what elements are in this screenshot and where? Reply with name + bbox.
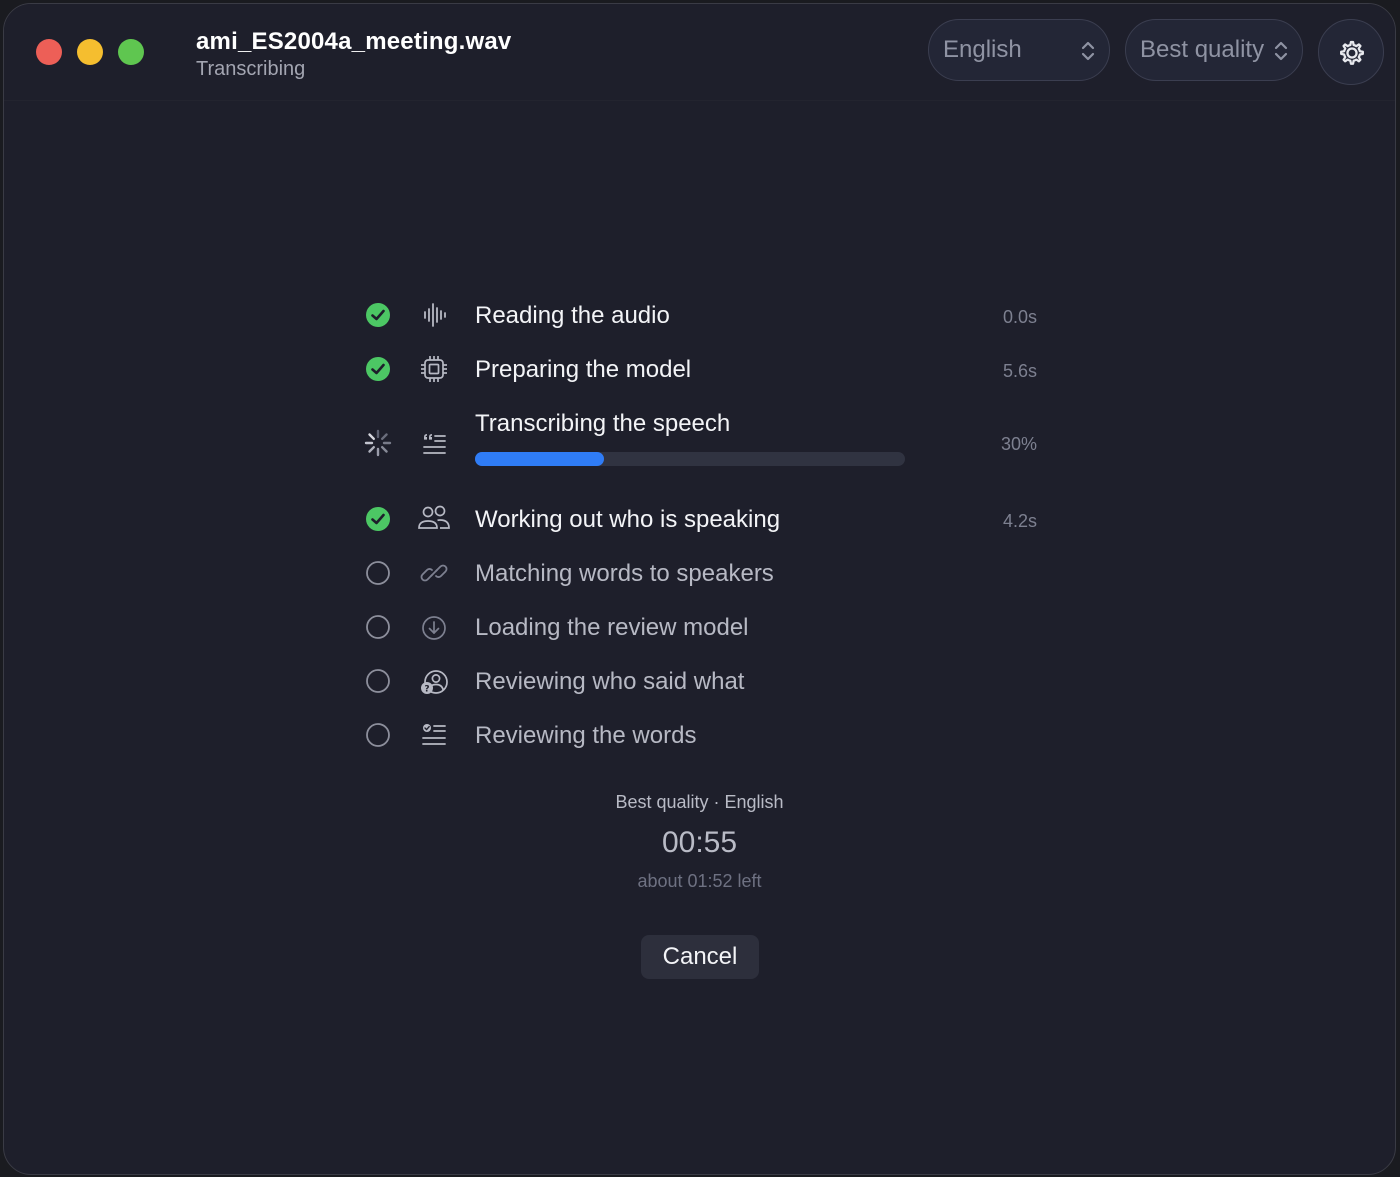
close-window-button[interactable]	[36, 39, 62, 65]
titlebar: ami_ES2004a_meeting.wav Transcribing Eng…	[4, 4, 1395, 101]
step-duration: 5.6s	[1002, 361, 1037, 381]
time-remaining: about 01:52 left	[637, 871, 762, 891]
transcription-progress-bar	[475, 452, 905, 466]
empty-circle-icon	[366, 723, 390, 747]
cancel-button[interactable]: Cancel	[641, 935, 759, 979]
zoom-window-button[interactable]	[118, 39, 144, 65]
svg-text:?: ?	[424, 685, 429, 695]
download-circle-icon	[422, 616, 446, 640]
status-subtitle: Transcribing	[196, 58, 306, 80]
elapsed-time: 00:55	[661, 826, 738, 859]
language-select-value: English	[943, 36, 1022, 63]
step-label: Matching words to speakers	[475, 560, 774, 587]
app-window: ami_ES2004a_meeting.wav Transcribing Eng…	[3, 3, 1396, 1175]
step-label: Reviewing who said what	[475, 668, 745, 695]
gear-icon	[1340, 40, 1364, 65]
empty-circle-icon	[366, 615, 390, 639]
chip-icon	[421, 356, 447, 382]
step-duration: 0.0s	[1002, 307, 1037, 327]
check-circle-icon	[366, 357, 390, 381]
minimize-window-button[interactable]	[77, 39, 103, 65]
quality-select[interactable]: Best quality	[1125, 19, 1303, 81]
step-duration: 4.2s	[1002, 511, 1037, 531]
step-label: Working out who is speaking	[475, 506, 781, 533]
updown-chevron-icon	[1081, 41, 1095, 61]
step-label: Preparing the model	[475, 356, 692, 383]
waveform-icon	[424, 303, 446, 327]
step-label: Loading the review model	[475, 614, 749, 641]
people-icon	[418, 505, 450, 529]
link-icon	[420, 564, 448, 582]
title-block: ami_ES2004a_meeting.wav Transcribing	[196, 28, 511, 82]
progress-fill	[475, 452, 604, 466]
file-title: ami_ES2004a_meeting.wav	[196, 28, 512, 55]
quote-text-icon	[423, 434, 446, 454]
spinner-icon	[364, 429, 392, 457]
updown-chevron-icon	[1274, 41, 1288, 61]
settings-summary: Best quality · English	[615, 792, 784, 812]
empty-circle-icon	[366, 561, 390, 585]
step-progress-percent: 30%	[1000, 434, 1037, 454]
settings-button[interactable]	[1318, 19, 1384, 85]
step-label: Transcribing the speech	[475, 410, 731, 437]
person-question-icon: ?	[421, 670, 448, 695]
step-label: Reviewing the words	[475, 722, 697, 749]
language-select[interactable]: English	[928, 19, 1110, 81]
checklist-icon	[422, 724, 446, 745]
step-label: Reading the audio	[475, 302, 670, 329]
check-circle-icon	[366, 507, 390, 531]
empty-circle-icon	[366, 669, 390, 693]
check-circle-icon	[366, 303, 390, 327]
quality-select-value: Best quality	[1140, 36, 1265, 63]
